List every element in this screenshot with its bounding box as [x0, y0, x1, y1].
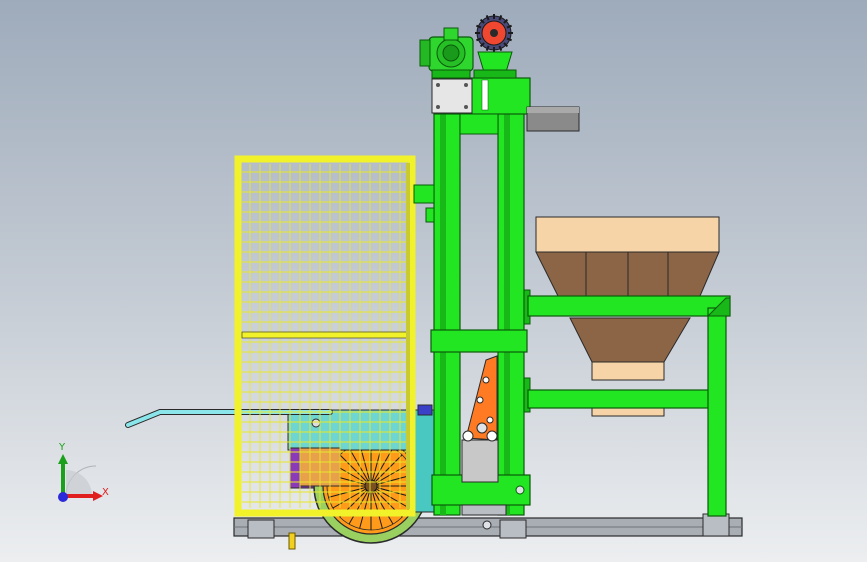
base-frame	[233, 513, 743, 550]
chute-plate	[526, 106, 580, 132]
sprocket	[473, 14, 517, 79]
coordinate-triad	[58, 454, 103, 502]
drive-motor	[419, 27, 474, 79]
machine-drawing	[58, 14, 743, 550]
lift-carriage	[461, 355, 499, 483]
cad-viewport[interactable]: Y X	[0, 0, 867, 562]
z-axis-dot	[58, 492, 68, 502]
x-axis-label: X	[102, 487, 109, 498]
y-axis-label: Y	[59, 442, 66, 453]
